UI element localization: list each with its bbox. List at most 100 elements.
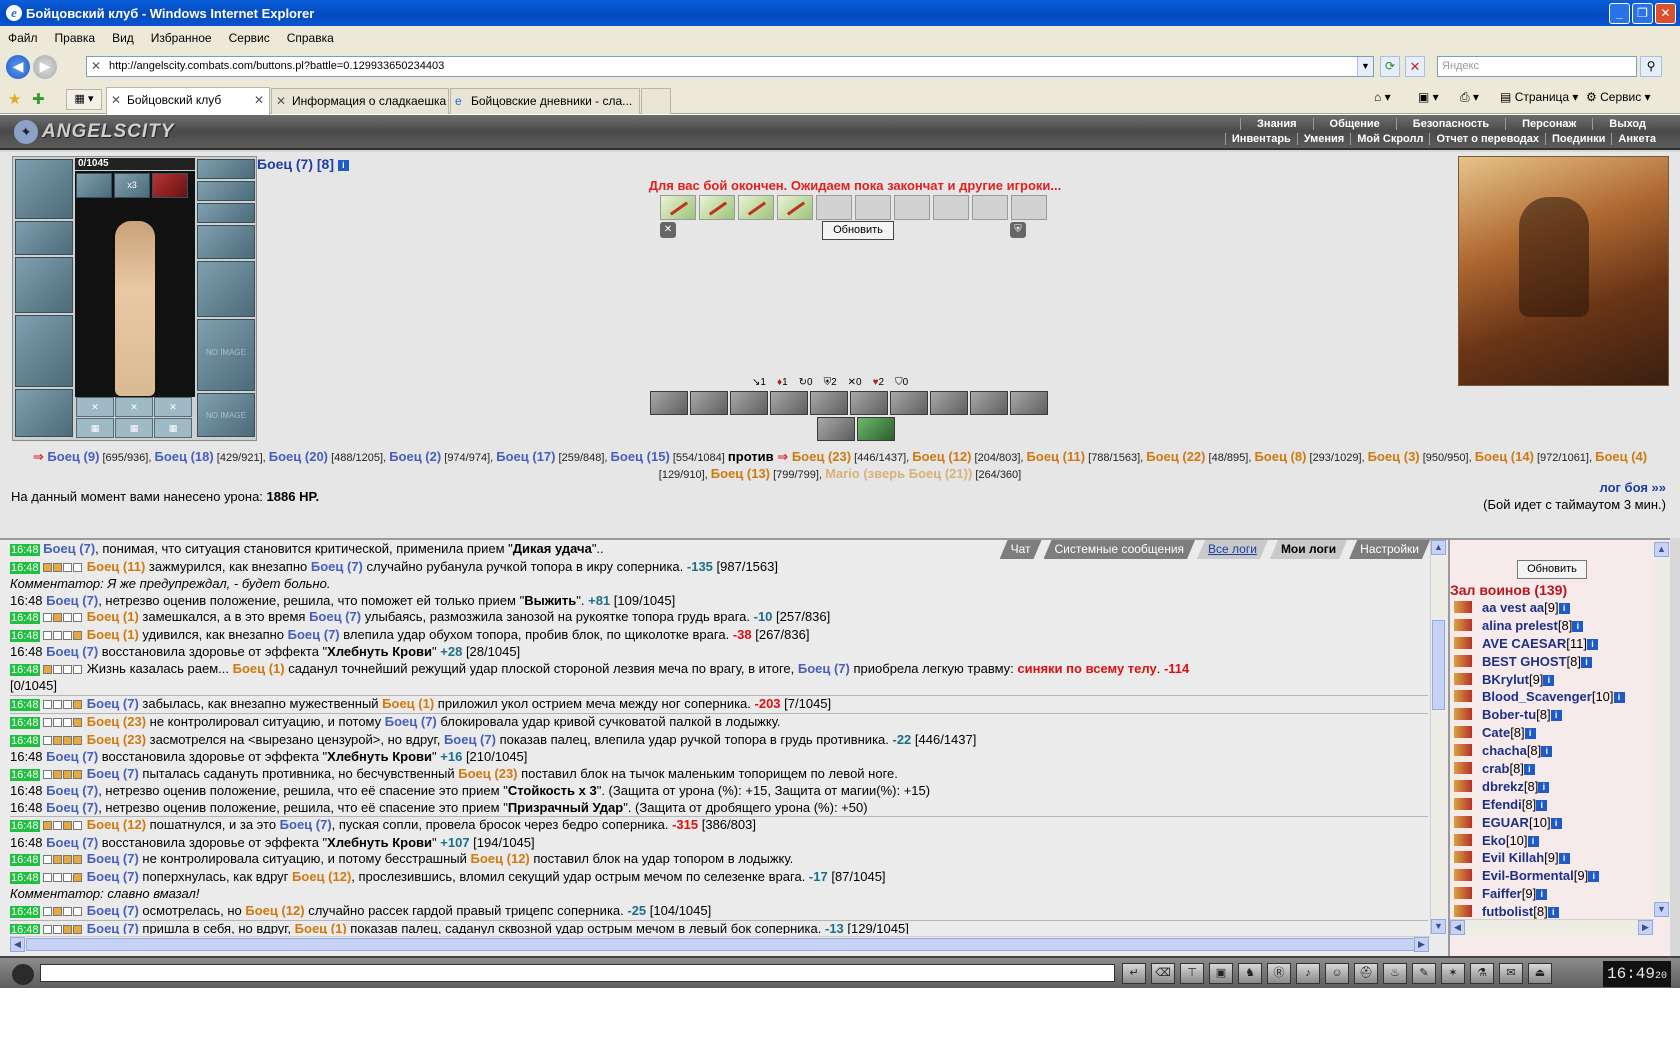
refresh-icon[interactable]: ⟳	[1380, 56, 1400, 77]
fighter-link[interactable]: Боец (12)	[912, 449, 971, 464]
scroll-down-icon[interactable]: ▼	[1431, 919, 1446, 934]
player-name[interactable]: futbolist	[1482, 904, 1533, 919]
fighter-name[interactable]: Боец (7)	[311, 559, 363, 574]
player-row[interactable]: Eko[10] i	[1454, 833, 1650, 851]
fighter-name[interactable]: Боец (1)	[87, 609, 139, 624]
player-row[interactable]: BEST GHOST[8] i	[1454, 654, 1650, 672]
skill-slot-3[interactable]	[730, 391, 768, 415]
rune-slot-4[interactable]: ▦	[76, 418, 114, 438]
magic-icon[interactable]: ✶	[1441, 963, 1465, 984]
filter-icon[interactable]: ⊤	[1180, 963, 1204, 984]
scroll-slot-1[interactable]	[76, 173, 112, 198]
rune-slot-3[interactable]: ✕	[154, 397, 192, 417]
skill-slot-11[interactable]	[817, 417, 855, 441]
menu-view[interactable]: Вид	[112, 31, 134, 45]
fighter-name[interactable]: Боец (7)	[87, 851, 139, 866]
amulet-slot[interactable]	[197, 181, 255, 201]
info-icon[interactable]: i	[1550, 710, 1562, 722]
hall-refresh-button[interactable]: Обновить	[1517, 560, 1587, 579]
rune-slot-2[interactable]: ✕	[115, 397, 153, 417]
forward-button[interactable]: ▶	[33, 55, 57, 79]
tools-menu[interactable]: ⚙ Сервис ▾	[1586, 90, 1651, 104]
sound-icon[interactable]: ♪	[1296, 963, 1320, 984]
info-icon[interactable]: i	[1536, 889, 1548, 901]
tab-chat[interactable]: Чат	[1000, 540, 1042, 559]
info-icon[interactable]: i	[1558, 853, 1570, 865]
url-field[interactable]: ✕ http://angelscity.combats.com/buttons.…	[86, 56, 1374, 77]
fighter-name[interactable]: Боец (12)	[292, 869, 351, 884]
skill-slot-7[interactable]	[890, 391, 928, 415]
url-dropdown-button[interactable]: ▼	[1357, 57, 1373, 76]
fighter-name[interactable]: Боец (1)	[295, 921, 347, 934]
print-icon[interactable]: ⎙ ▾	[1460, 90, 1479, 105]
battle-log-link[interactable]: лог боя »»	[1599, 480, 1666, 495]
hall-vertical-scrollbar[interactable]: ▲ ▼	[1654, 542, 1670, 918]
info-icon[interactable]: i	[1613, 692, 1625, 704]
skill-slot-9[interactable]	[970, 391, 1008, 415]
send-icon[interactable]: ↵	[1122, 963, 1146, 984]
menu-tools[interactable]: Сервис	[229, 31, 270, 45]
rune-slot-5[interactable]: ▦	[115, 418, 153, 438]
log-scroll-thumb[interactable]	[1432, 620, 1445, 710]
fighter-name[interactable]: Боец (7)	[87, 766, 139, 781]
skill-slot-2[interactable]	[690, 391, 728, 415]
menu-transfers[interactable]: Отчет о переводах	[1429, 133, 1545, 145]
skill-slot-5[interactable]	[810, 391, 848, 415]
tab-settings[interactable]: Настройки	[1349, 540, 1430, 559]
fighter-link[interactable]: Боец (15)	[611, 449, 670, 464]
fighter-link[interactable]: Боец (3)	[1368, 449, 1420, 464]
info-icon[interactable]: i	[337, 160, 349, 171]
log-vertical-scrollbar[interactable]: ▲ ▼	[1430, 540, 1446, 935]
menu-profile[interactable]: Анкета	[1611, 133, 1662, 145]
player-row[interactable]: Evil Killah[9] i	[1454, 850, 1650, 868]
menu-communication[interactable]: Общение	[1312, 118, 1396, 130]
info-icon[interactable]: i	[1550, 817, 1562, 829]
scroll-up-icon[interactable]: ▲	[1431, 540, 1446, 555]
log-hscroll-thumb[interactable]	[26, 938, 1416, 951]
fighter-name[interactable]: Боец (7)	[46, 593, 98, 608]
info-icon[interactable]: i	[1524, 728, 1536, 740]
player-name[interactable]: Blood_Scavenger	[1482, 689, 1592, 704]
player-row[interactable]: Faiffer[9] i	[1454, 886, 1650, 904]
player-row[interactable]: Cate[8] i	[1454, 725, 1650, 743]
refresh-battle-button[interactable]: Обновить	[822, 221, 894, 240]
scroll-up-icon[interactable]: ▲	[1654, 542, 1669, 557]
player-row[interactable]: Evil-Bormental[9] i	[1454, 868, 1650, 886]
rune-slot-6[interactable]: ▦	[154, 418, 192, 438]
tab-my-logs[interactable]: Мои логи	[1270, 540, 1347, 559]
weapon-slot[interactable]	[15, 257, 73, 313]
fighter-name[interactable]: Боец (23)	[458, 766, 517, 781]
belt-slot[interactable]	[15, 389, 73, 437]
fire-icon[interactable]: ♨	[1383, 963, 1407, 984]
player-row[interactable]: Bober-tu[8] i	[1454, 707, 1650, 725]
fighter-link[interactable]: Mario (зверь Боец (21))	[825, 466, 972, 481]
bracers-slot[interactable]	[15, 221, 73, 255]
log-horizontal-scrollbar[interactable]: ◀ ▶	[10, 936, 1430, 952]
menu-fights[interactable]: Поединки	[1545, 133, 1611, 145]
search-icon[interactable]: ⚲	[1640, 56, 1662, 77]
skill-slot-8[interactable]	[930, 391, 968, 415]
translit-icon[interactable]: Ⓡ	[1267, 963, 1291, 984]
fighter-link[interactable]: Боец (11)	[1027, 449, 1086, 464]
close-window-button[interactable]: ✕	[1655, 3, 1676, 24]
restore-button[interactable]: ❐	[1632, 3, 1653, 24]
new-tab-button[interactable]	[641, 88, 671, 114]
info-icon[interactable]: i	[1580, 656, 1592, 668]
fighter-name[interactable]: Боец (7)	[385, 714, 437, 729]
info-icon[interactable]: i	[1547, 907, 1559, 919]
info-icon[interactable]: i	[1587, 638, 1598, 650]
menu-skills[interactable]: Умения	[1296, 133, 1350, 145]
armor-slot[interactable]	[15, 315, 73, 387]
empty-slot-1[interactable]: NO IMAGE	[197, 319, 255, 391]
chat-input[interactable]	[40, 964, 1115, 982]
fighter-name[interactable]: Боец (7)	[444, 732, 496, 747]
info-icon[interactable]: i	[1588, 871, 1600, 883]
potion-icon[interactable]: ⚗	[1470, 963, 1494, 984]
menu-favorites[interactable]: Избранное	[151, 31, 212, 45]
scroll-icon[interactable]: ✎	[1412, 963, 1436, 984]
scroll-right-icon[interactable]: ▶	[1414, 937, 1429, 952]
player-row[interactable]: BKrylut[9] i	[1454, 672, 1650, 690]
player-row[interactable]: crab[8] i	[1454, 761, 1650, 779]
menu-knowledge[interactable]: Знания	[1240, 118, 1312, 130]
fighter-name[interactable]: Боец (12)	[245, 903, 304, 918]
